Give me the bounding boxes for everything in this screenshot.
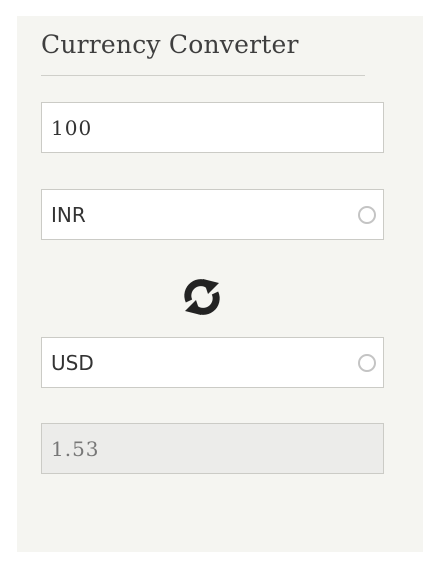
from-currency-select[interactable]: INR xyxy=(41,189,384,240)
to-currency-label: USD xyxy=(51,350,94,375)
swap-arrows-icon[interactable] xyxy=(179,274,225,320)
amount-value: 100 xyxy=(51,115,93,140)
to-currency-select[interactable]: USD xyxy=(41,337,384,388)
result-value: 1.53 xyxy=(51,436,100,461)
page-title: Currency Converter xyxy=(41,30,299,59)
radio-circle-icon[interactable] xyxy=(358,205,376,224)
title-divider xyxy=(41,75,365,76)
result-field: 1.53 xyxy=(41,423,384,474)
radio-circle-icon[interactable] xyxy=(358,353,376,372)
from-currency-label: INR xyxy=(51,202,86,227)
amount-input[interactable]: 100 xyxy=(41,102,384,153)
